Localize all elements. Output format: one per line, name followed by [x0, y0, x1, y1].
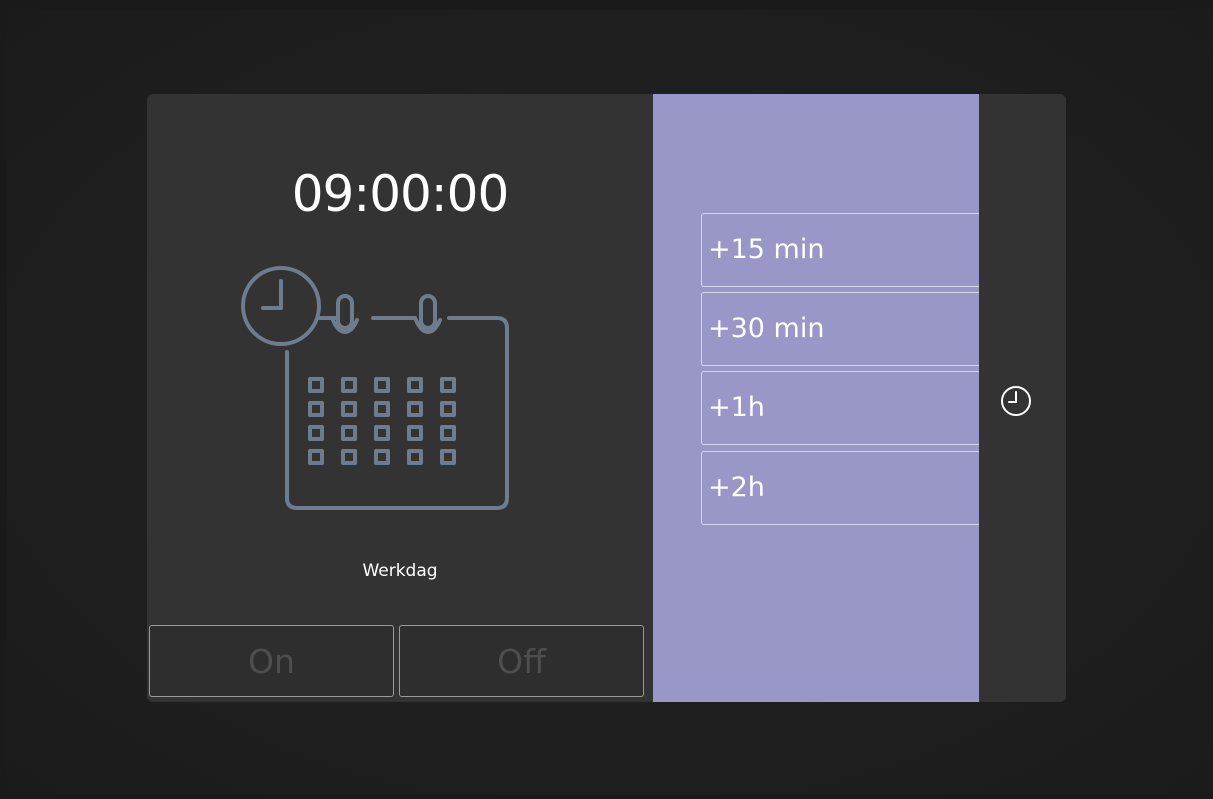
clock-icon[interactable]: [998, 383, 1034, 419]
add-15-min-button[interactable]: +15 min: [701, 213, 991, 287]
drawer-handle[interactable]: [979, 94, 1066, 702]
timer-panel: 09:00:00 Werkdag On Off +15 min +30 min …: [147, 94, 1066, 702]
schedule-day-label: Werkdag: [362, 561, 438, 581]
off-button[interactable]: Off: [399, 625, 644, 697]
on-button[interactable]: On: [149, 625, 394, 697]
current-time: 09:00:00: [291, 165, 510, 223]
add-2h-button[interactable]: +2h: [701, 451, 991, 525]
add-1h-button[interactable]: +1h: [701, 371, 991, 445]
add-30-min-button[interactable]: +30 min: [701, 292, 991, 366]
schedule-section: 09:00:00 Werkdag On Off: [147, 94, 653, 702]
add-time-drawer: +15 min +30 min +1h +2h: [653, 94, 991, 702]
calendar-clock-icon: [241, 266, 509, 510]
